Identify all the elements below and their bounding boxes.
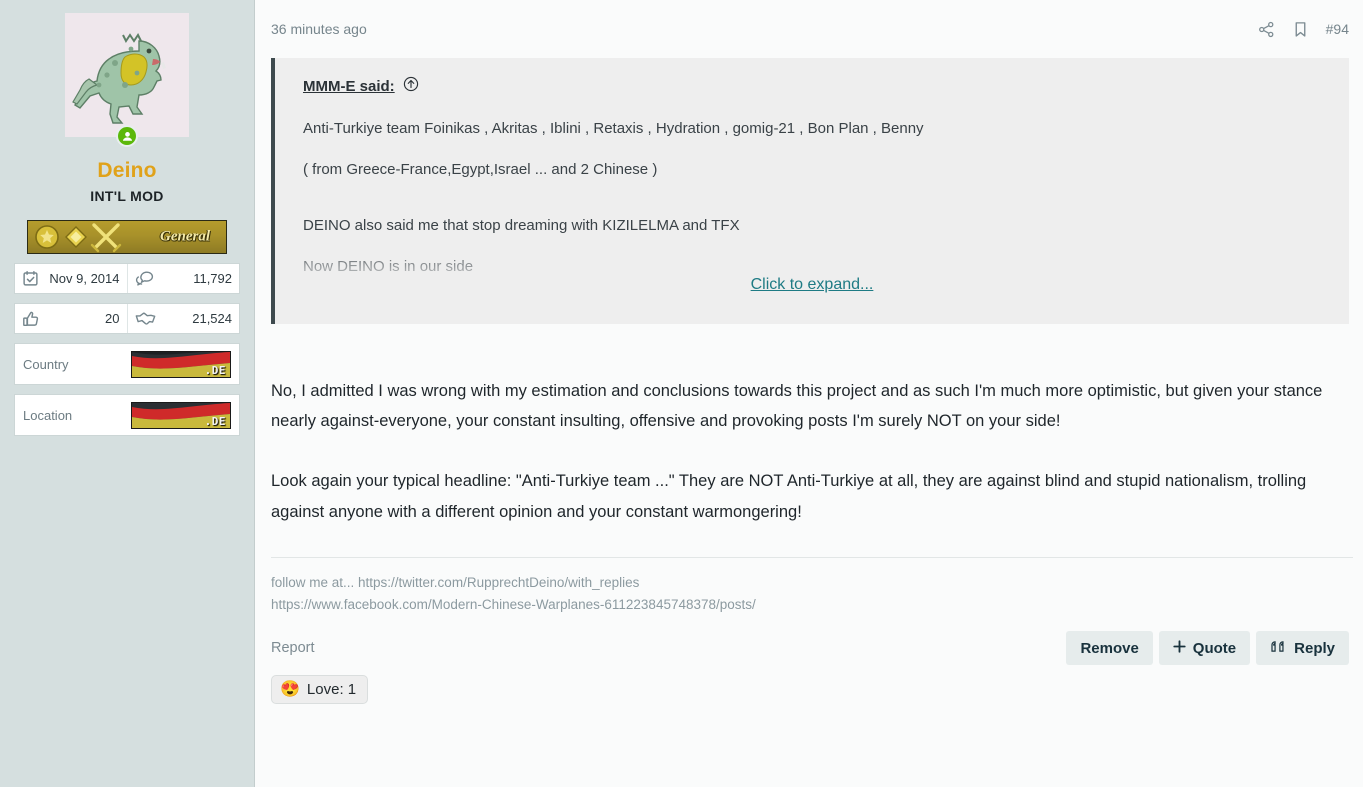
author-username[interactable]: Deino [14,159,240,183]
quote-marks-icon [1270,640,1287,656]
reaction-bar: 😍 Love: 1 [271,675,1353,705]
avatar[interactable] [65,13,189,137]
share-icon[interactable] [1258,21,1275,38]
stat-messages: 11,792 [126,264,240,293]
flag-tld-label: .DE [204,363,226,377]
quote-body: Anti-Turkiye team Foinikas , Akritas , I… [303,118,1331,277]
stat-join-date: Nov 9, 2014 [15,264,127,293]
reply-button-label: Reply [1294,639,1335,657]
stat-value: 11,792 [193,271,232,286]
star-medal-icon [35,225,59,249]
stat-likes: 20 [15,304,127,333]
reaction-love[interactable]: 😍 Love: 1 [271,675,369,705]
crossed-swords-icon [90,223,122,253]
diamond-icon [65,226,87,248]
dinosaur-avatar-image [65,13,189,137]
stat-value: 21,524 [192,311,232,326]
reaction-label: Love: 1 [306,681,357,699]
handshake-icon [135,311,156,327]
post-author-sidebar: Deino INT'L MOD General Nov 9, 2014 11,7… [0,0,255,787]
click-to-expand-link[interactable]: Click to expand... [751,276,874,294]
post-timestamp[interactable]: 36 minutes ago [271,21,367,37]
signature-line-2[interactable]: https://www.facebook.com/Modern-Chinese-… [271,594,1353,616]
quote-line-1: Anti-Turkiye team Foinikas , Akritas , I… [303,120,924,137]
stat-row-2: 20 21,524 [14,303,240,334]
post-number[interactable]: #94 [1326,21,1349,37]
quote-attribution: MMM-E said: [303,76,1331,96]
report-link[interactable]: Report [271,640,315,656]
stat-value: Nov 9, 2014 [49,271,120,286]
heart-eyes-emoji-icon: 😍 [280,680,300,698]
quote-button[interactable]: Quote [1158,631,1251,666]
rank-banner: General [27,220,227,254]
stat-row-1: Nov 9, 2014 11,792 [14,263,240,294]
post-message: No, I admitted I was wrong with my estim… [271,376,1353,527]
germany-flag-icon: .DE [131,401,231,429]
messages-icon [135,270,154,287]
post-action-buttons: Remove Quote Reply [1066,631,1349,666]
rank-label: General [160,228,210,245]
quote-line-3: DEINO also said me that stop dreaming wi… [303,216,740,234]
post-paragraph-2: Look again your typical headline: "Anti-… [271,472,1307,521]
quote-author-link[interactable]: MMM-E said: [303,78,395,95]
remove-button[interactable]: Remove [1066,631,1153,666]
post-header-actions: #94 [1258,21,1349,38]
online-status-badge [116,125,138,147]
forum-post: Deino INT'L MOD General Nov 9, 2014 11,7… [0,0,1363,787]
circle-up-arrow-icon[interactable] [403,76,419,96]
rank-icon-group [28,221,124,253]
thumbs-up-icon [22,310,40,328]
reply-button[interactable]: Reply [1256,631,1349,666]
remove-button-label: Remove [1080,639,1139,657]
calendar-check-icon [22,270,39,287]
post-signature: follow me at... https://twitter.com/Rupp… [271,556,1353,616]
quote-line-2: ( from Greece-France,Egypt,Israel ... an… [303,161,658,179]
flag-tld-label: .DE [204,414,226,428]
quoted-post: MMM-E said: Anti-Turkiye team Foinikas ,… [271,58,1349,324]
signature-line-1[interactable]: follow me at... https://twitter.com/Rupp… [271,572,1353,594]
plus-icon [1173,640,1186,656]
post-paragraph-1: No, I admitted I was wrong with my estim… [271,382,1323,431]
user-icon [122,131,132,141]
stat-points: 21,524 [126,304,240,333]
quote-line-4: Now DEINO is in our side [303,257,474,275]
info-label: Country [23,356,69,372]
info-row-country: Country .DE [14,343,240,385]
quote-button-label: Quote [1192,639,1237,657]
stat-value: 20 [105,311,120,326]
germany-flag-icon: .DE [131,350,231,378]
post-header: 36 minutes ago #94 [271,0,1353,58]
info-row-location: Location .DE [14,394,240,436]
avatar-wrapper [65,13,189,147]
author-title: INT'L MOD [90,188,164,204]
bookmark-icon[interactable] [1293,21,1308,38]
post-content: 36 minutes ago #94 MMM-E said: Anti-Turk… [255,0,1363,787]
post-actions: Report Remove Quote Reply [271,631,1353,666]
info-label: Location [23,407,73,423]
